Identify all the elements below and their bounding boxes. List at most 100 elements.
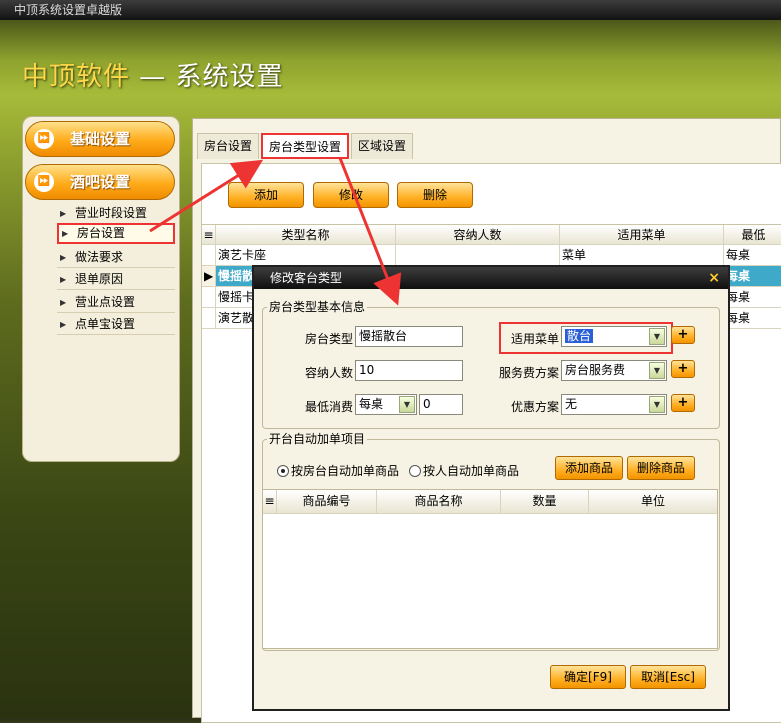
chevron-down-icon[interactable]: ▼	[649, 362, 665, 379]
dialog-title: 修改客台类型	[270, 271, 343, 285]
app-title-rest: — 系统设置	[130, 62, 284, 92]
menu-label: 适用菜单	[510, 332, 559, 346]
sidebar-item-label: 做法要求	[75, 250, 124, 264]
chevron-down-icon[interactable]: ▼	[399, 396, 415, 413]
group-title: 开台自动加单项目	[267, 430, 368, 447]
table-cell: 菜单	[560, 245, 724, 265]
table-cell	[396, 245, 560, 265]
sidebar-item-cooking-requirements[interactable]: ▶ 做法要求	[57, 247, 175, 268]
sidebar-item-business-hours[interactable]: ▶ 营业时段设置	[57, 203, 175, 224]
sidebar: ⏩ 基础设置 ⏩ 酒吧设置 ▶ 营业时段设置 ▶ 房台设置 ▶ 做法要求 ▶ 退单原因 …	[22, 116, 180, 462]
table-cell: 每桌	[726, 290, 751, 304]
tab-room-settings[interactable]: 房台设置	[197, 133, 260, 159]
cancel-button[interactable]: 取消[Esc]	[630, 665, 706, 689]
add-menu-button[interactable]: +	[671, 326, 695, 344]
double-arrow-icon: ⏩	[34, 172, 54, 192]
table-header: ≡ 类型名称 容纳人数 适用菜单 最低	[202, 224, 781, 245]
basic-info-group: 房台类型基本信息 房台类型 慢摇散台 容纳人数 10 最低消费 每桌 ▼ 0 适…	[262, 298, 720, 429]
edit-button[interactable]: 修改	[313, 182, 389, 208]
sidebar-item-order-treasure[interactable]: ▶ 点单宝设置	[57, 314, 175, 335]
min-spend-label: 最低消费	[304, 400, 353, 414]
triangle-right-icon: ▶	[60, 209, 67, 218]
edit-room-type-dialog: 修改客台类型 × 房台类型基本信息 房台类型 慢摇散台 容纳人数 10 最低消费…	[252, 265, 730, 711]
sidebar-item-label: 营业时段设置	[75, 206, 148, 220]
radio-unchecked-icon	[409, 464, 421, 477]
triangle-right-icon: ▶	[60, 298, 67, 307]
table-cell: 演艺卡座	[216, 245, 396, 265]
sidebar-item-business-points[interactable]: ▶ 营业点设置	[57, 292, 175, 313]
table-cell: 每桌	[726, 248, 751, 262]
select-value: 房台服务费	[565, 363, 626, 377]
category-label: 酒吧设置	[70, 173, 131, 191]
triangle-right-icon: ▶	[62, 229, 69, 238]
app-title: 中顶软件 — 系统设置	[22, 56, 284, 93]
room-type-input[interactable]: 慢摇散台	[355, 326, 463, 347]
tab-bar: 房台设置 房台类型设置 区域设置	[197, 133, 415, 159]
service-fee-label: 服务费方案	[498, 366, 559, 380]
select-value: 散台	[565, 329, 594, 343]
row-marker-header: ≡	[202, 225, 216, 244]
triangle-right-icon: ▶	[60, 275, 67, 284]
triangle-right-icon: ▶	[60, 253, 67, 262]
row-marker-header: ≡	[263, 490, 277, 513]
column-header[interactable]: 单位	[589, 490, 717, 513]
min-spend-input[interactable]: 0	[419, 394, 463, 415]
column-header[interactable]: 容纳人数	[396, 225, 560, 244]
dialog-titlebar: 修改客台类型 ×	[254, 267, 728, 289]
delete-goods-button[interactable]: 删除商品	[627, 456, 695, 480]
triangle-right-icon: ▶	[60, 320, 67, 329]
table-header: ≡ 商品编号 商品名称 数量 单位	[263, 490, 717, 514]
tab-area-settings[interactable]: 区域设置	[351, 133, 414, 159]
row-marker	[202, 245, 216, 265]
category-basic-settings[interactable]: ⏩ 基础设置	[25, 121, 175, 157]
chevron-down-icon[interactable]: ▼	[649, 396, 665, 413]
window-titlebar: 中顶系统设置卓越版	[0, 0, 781, 20]
select-value: 无	[565, 397, 578, 411]
add-discount-button[interactable]: +	[671, 394, 695, 412]
select-value: 每桌	[359, 397, 384, 411]
table-cell: 每桌	[726, 311, 751, 325]
radio-by-room[interactable]: 按房台自动加单商品	[277, 462, 399, 479]
column-header[interactable]: 最低	[724, 225, 781, 244]
sidebar-item-label: 房台设置	[77, 226, 126, 240]
column-header[interactable]: 类型名称	[216, 225, 396, 244]
column-header[interactable]: 商品名称	[377, 490, 501, 513]
sidebar-item-label: 点单宝设置	[75, 317, 136, 331]
column-header[interactable]: 适用菜单	[560, 225, 724, 244]
sidebar-item-label: 退单原因	[75, 272, 124, 286]
radio-checked-icon	[277, 464, 289, 477]
menu-select[interactable]: 散台 ▼	[561, 326, 667, 347]
confirm-button[interactable]: 确定[F9]	[550, 665, 626, 689]
row-marker: ▶	[202, 266, 216, 286]
radio-label: 按房台自动加单商品	[291, 464, 400, 478]
add-goods-button[interactable]: 添加商品	[555, 456, 623, 480]
discount-select[interactable]: 无 ▼	[561, 394, 667, 415]
group-title: 房台类型基本信息	[267, 298, 368, 315]
goods-table: ≡ 商品编号 商品名称 数量 单位	[262, 489, 718, 649]
sidebar-item-return-reasons[interactable]: ▶ 退单原因	[57, 269, 175, 290]
double-arrow-icon: ⏩	[34, 129, 54, 149]
sidebar-item-label: 营业点设置	[75, 295, 136, 309]
column-header[interactable]: 数量	[501, 490, 589, 513]
capacity-input[interactable]: 10	[355, 360, 463, 381]
close-icon[interactable]: ×	[708, 267, 720, 289]
delete-button[interactable]: 删除	[397, 182, 473, 208]
category-bar-settings[interactable]: ⏩ 酒吧设置	[25, 164, 175, 200]
capacity-label: 容纳人数	[304, 366, 353, 380]
radio-by-person[interactable]: 按人自动加单商品	[409, 462, 519, 479]
table-cell: 每桌	[726, 269, 751, 283]
category-label: 基础设置	[70, 130, 131, 148]
add-service-fee-button[interactable]: +	[671, 360, 695, 378]
sidebar-item-room-settings[interactable]: ▶ 房台设置	[57, 223, 175, 244]
room-type-label: 房台类型	[304, 332, 353, 346]
add-button[interactable]: 添加	[228, 182, 304, 208]
chevron-down-icon[interactable]: ▼	[649, 328, 665, 345]
column-header[interactable]: 商品编号	[277, 490, 377, 513]
service-fee-select[interactable]: 房台服务费 ▼	[561, 360, 667, 381]
tab-room-type-settings[interactable]: 房台类型设置	[261, 133, 350, 159]
discount-label: 优惠方案	[510, 400, 559, 414]
table-row[interactable]: 演艺卡座 菜单 每桌	[202, 245, 781, 266]
radio-label: 按人自动加单商品	[423, 464, 520, 478]
min-spend-unit-select[interactable]: 每桌 ▼	[355, 394, 417, 415]
app-title-brand: 中顶软件	[22, 62, 131, 92]
